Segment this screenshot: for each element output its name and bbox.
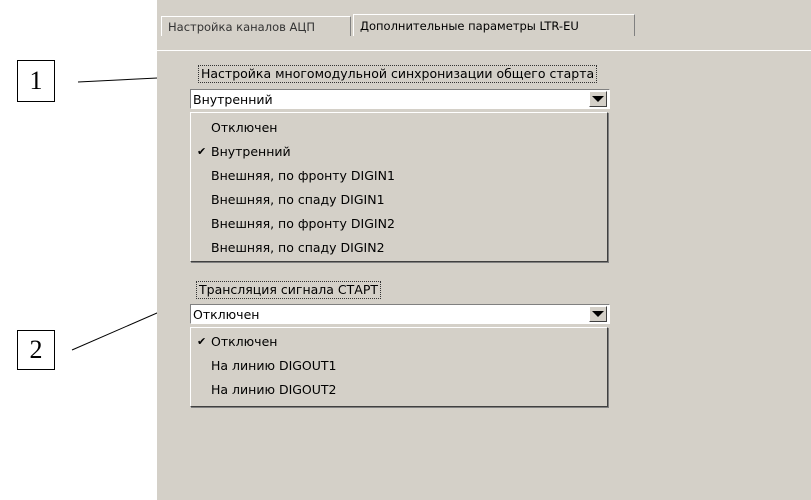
chevron-down-icon bbox=[592, 311, 604, 317]
sync-option-rising-digin2[interactable]: Внешняя, по фронту DIGIN2 bbox=[191, 212, 607, 236]
option-label: Внешняя, по фронту DIGIN2 bbox=[211, 216, 395, 231]
start-signal-dropdown-list: ✔ Отключен На линию DIGOUT1 На линию DIG… bbox=[190, 327, 608, 407]
option-label: На линию DIGOUT2 bbox=[211, 382, 337, 397]
option-label: Внешняя, по фронту DIGIN1 bbox=[211, 168, 395, 183]
option-label: На линию DIGOUT1 bbox=[211, 358, 337, 373]
start-option-digout2[interactable]: На линию DIGOUT2 bbox=[191, 378, 607, 402]
checkmark-icon: ✔ bbox=[197, 145, 207, 158]
option-label: Внешняя, по спаду DIGIN1 bbox=[211, 192, 385, 207]
chevron-down-icon bbox=[592, 96, 604, 102]
start-signal-dropdown-button[interactable] bbox=[589, 306, 607, 322]
start-signal-combobox[interactable]: Отключен bbox=[190, 304, 610, 324]
callout-box-1: 1 bbox=[17, 60, 55, 102]
sync-option-falling-digin2[interactable]: Внешняя, по спаду DIGIN2 bbox=[191, 236, 607, 260]
tab-ltr-eu-parameters[interactable]: Дополнительные параметры LTR-EU bbox=[353, 14, 635, 36]
sync-start-selected-value: Внутренний bbox=[193, 91, 273, 107]
sync-option-internal[interactable]: ✔ Внутренний bbox=[191, 140, 607, 164]
start-option-digout1[interactable]: На линию DIGOUT1 bbox=[191, 354, 607, 378]
tab-bar-line bbox=[157, 50, 811, 51]
checkmark-icon: ✔ bbox=[197, 335, 207, 348]
sync-group-label: Настройка многомодульной синхронизации о… bbox=[198, 65, 598, 83]
sync-option-falling-digin1[interactable]: Внешняя, по спаду DIGIN1 bbox=[191, 188, 607, 212]
option-label: Отключен bbox=[211, 120, 278, 135]
option-label: Внутренний bbox=[211, 144, 291, 159]
start-signal-group-label: Трансляция сигнала СТАРТ bbox=[196, 281, 382, 299]
sync-start-dropdown-list: Отключен ✔ Внутренний Внешняя, по фронту… bbox=[190, 112, 608, 262]
start-signal-selected-value: Отключен bbox=[193, 306, 260, 322]
sync-start-dropdown-button[interactable] bbox=[589, 91, 607, 107]
start-option-disabled[interactable]: ✔ Отключен bbox=[191, 330, 607, 354]
option-label: Отключен bbox=[211, 334, 278, 349]
option-label: Внешняя, по спаду DIGIN2 bbox=[211, 240, 385, 255]
sync-start-combobox[interactable]: Внутренний bbox=[190, 89, 610, 109]
sync-option-rising-digin1[interactable]: Внешняя, по фронту DIGIN1 bbox=[191, 164, 607, 188]
sync-option-disabled[interactable]: Отключен bbox=[191, 116, 607, 140]
tab-bar: Настройка каналов АЦП Дополнительные пар… bbox=[157, 14, 811, 51]
callout-box-2: 2 bbox=[17, 330, 55, 370]
tab-adc-channels[interactable]: Настройка каналов АЦП bbox=[161, 16, 351, 36]
